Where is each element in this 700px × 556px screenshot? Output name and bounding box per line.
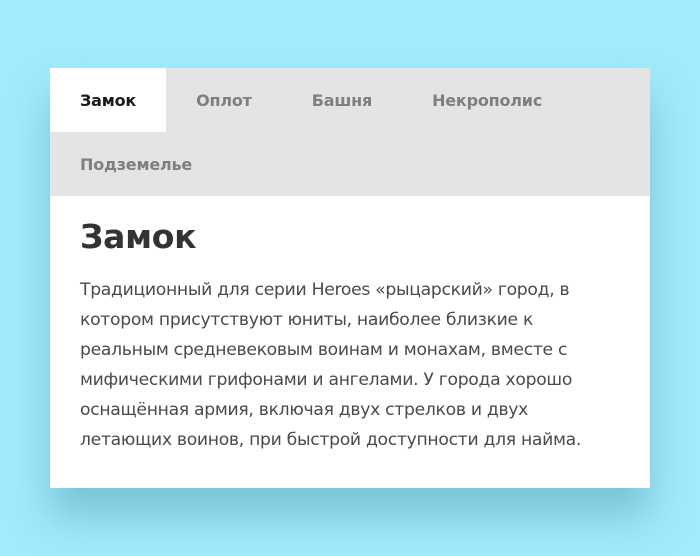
tab-nekropolis[interactable]: Некрополис [402,68,572,132]
tab-bar: Замок Оплот Башня Некрополис Подземелье [50,68,650,196]
tab-oplot[interactable]: Оплот [166,68,282,132]
panel-title: Замок [80,217,197,256]
tab-zamok[interactable]: Замок [50,68,167,132]
panel-description: Традиционный для серии Heroes «рыцарский… [80,280,582,450]
tab-podzemelye[interactable]: Подземелье [50,132,222,196]
tabs-card: Замок Оплот Башня Некрополис Подземелье … [50,68,650,488]
tab-panel: Замок Традиционный для серии Heroes «рыц… [50,196,650,455]
tab-bashnya[interactable]: Башня [282,68,402,132]
